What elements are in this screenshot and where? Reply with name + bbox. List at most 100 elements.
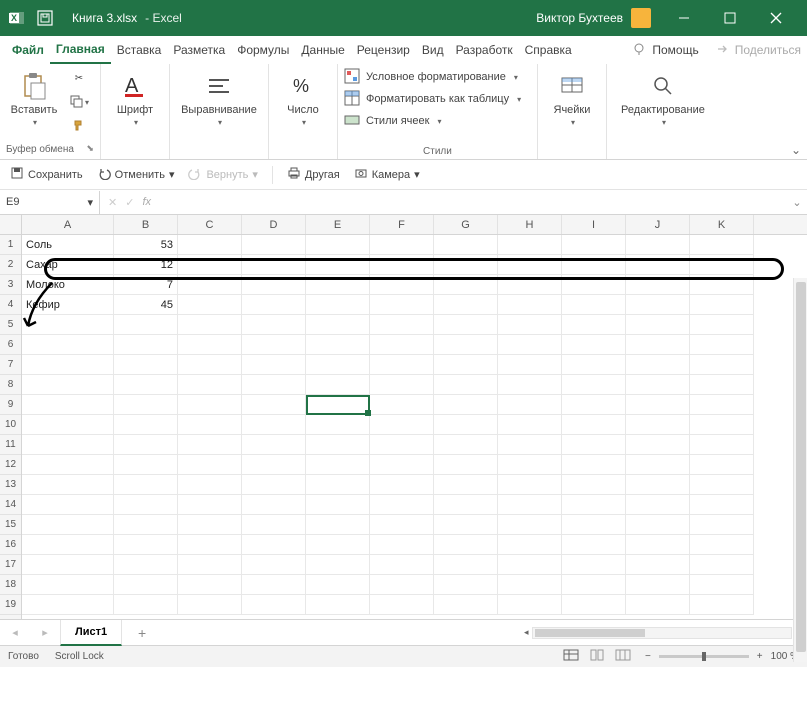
cell[interactable] <box>178 275 242 295</box>
tab-help[interactable]: Справка <box>519 36 578 64</box>
column-header[interactable]: F <box>370 215 434 234</box>
cell[interactable] <box>306 575 370 595</box>
cell[interactable] <box>562 415 626 435</box>
cell[interactable] <box>370 435 434 455</box>
column-header[interactable]: D <box>242 215 306 234</box>
cell[interactable] <box>626 595 690 615</box>
cell[interactable] <box>178 475 242 495</box>
cell[interactable] <box>562 295 626 315</box>
cell[interactable] <box>306 555 370 575</box>
row-header[interactable]: 15 <box>0 515 21 535</box>
cell[interactable] <box>22 555 114 575</box>
column-header[interactable]: H <box>498 215 562 234</box>
cell[interactable] <box>22 595 114 615</box>
chevron-left-icon[interactable]: ◂ <box>524 627 529 638</box>
cell[interactable] <box>434 375 498 395</box>
tell-me[interactable]: Помощь <box>632 42 698 59</box>
cell[interactable] <box>498 355 562 375</box>
cell[interactable] <box>370 255 434 275</box>
cell[interactable] <box>690 275 754 295</box>
row-header[interactable]: 14 <box>0 495 21 515</box>
cell[interactable] <box>178 515 242 535</box>
cell[interactable] <box>306 295 370 315</box>
cell[interactable] <box>242 355 306 375</box>
cell[interactable] <box>22 375 114 395</box>
cell[interactable] <box>370 455 434 475</box>
row-header[interactable]: 12 <box>0 455 21 475</box>
cell[interactable] <box>498 475 562 495</box>
cell[interactable] <box>562 495 626 515</box>
cell[interactable] <box>178 455 242 475</box>
cell[interactable] <box>114 415 178 435</box>
cell[interactable] <box>690 375 754 395</box>
page-break-view-button[interactable] <box>615 649 631 664</box>
cell[interactable] <box>22 495 114 515</box>
cell[interactable] <box>178 315 242 335</box>
cell[interactable] <box>626 335 690 355</box>
cell[interactable] <box>114 535 178 555</box>
zoom-in-button[interactable]: + <box>757 651 763 662</box>
zoom-slider[interactable] <box>659 655 749 658</box>
horizontal-scrollbar[interactable]: ◂ ▸ <box>162 627 807 639</box>
conditional-formatting-button[interactable]: Условное форматирование▾ <box>344 68 521 86</box>
column-header[interactable]: A <box>22 215 114 234</box>
copy-button[interactable]: ▾ <box>66 92 92 112</box>
cell[interactable] <box>562 235 626 255</box>
cell[interactable] <box>22 475 114 495</box>
cell[interactable] <box>306 475 370 495</box>
cell[interactable] <box>498 455 562 475</box>
cell[interactable] <box>690 555 754 575</box>
cell[interactable]: 7 <box>114 275 178 295</box>
row-header[interactable]: 18 <box>0 575 21 595</box>
cell[interactable] <box>178 575 242 595</box>
sheet-tab[interactable]: Лист1 <box>60 620 122 646</box>
paste-button[interactable]: Вставить ▾ <box>6 68 62 129</box>
cell[interactable] <box>242 595 306 615</box>
column-header[interactable]: J <box>626 215 690 234</box>
cell[interactable] <box>562 255 626 275</box>
cell[interactable] <box>22 535 114 555</box>
autosave-icon[interactable] <box>36 9 54 27</box>
cell[interactable] <box>626 535 690 555</box>
cell[interactable] <box>114 395 178 415</box>
cell[interactable]: Молоко <box>22 275 114 295</box>
cell[interactable] <box>562 535 626 555</box>
cell[interactable] <box>242 335 306 355</box>
cell[interactable] <box>178 595 242 615</box>
cell[interactable] <box>562 375 626 395</box>
undo-button[interactable]: Отменить▾ <box>97 166 175 183</box>
cell[interactable] <box>434 535 498 555</box>
row-header[interactable]: 17 <box>0 555 21 575</box>
minimize-button[interactable] <box>661 0 707 36</box>
cell[interactable] <box>690 495 754 515</box>
cell[interactable] <box>690 535 754 555</box>
dialog-launcher-icon[interactable]: ⬊ <box>86 143 94 154</box>
cell[interactable] <box>370 575 434 595</box>
cell[interactable]: 45 <box>114 295 178 315</box>
cell[interactable] <box>242 415 306 435</box>
camera-button[interactable]: Камера▾ <box>354 166 420 183</box>
collapse-ribbon-button[interactable]: ⌄ <box>791 143 801 157</box>
cell[interactable] <box>22 395 114 415</box>
cell[interactable] <box>178 255 242 275</box>
cell[interactable] <box>242 475 306 495</box>
cell[interactable] <box>306 275 370 295</box>
cell[interactable] <box>306 375 370 395</box>
cell[interactable] <box>626 315 690 335</box>
enter-icon[interactable]: ✓ <box>125 196 134 209</box>
row-header[interactable]: 9 <box>0 395 21 415</box>
cell[interactable] <box>114 495 178 515</box>
cell[interactable] <box>242 515 306 535</box>
cell[interactable] <box>306 315 370 335</box>
sheet-nav-prev[interactable]: ◂ <box>0 626 30 639</box>
cell[interactable] <box>498 535 562 555</box>
cell[interactable] <box>434 355 498 375</box>
cell[interactable] <box>306 535 370 555</box>
cell[interactable] <box>690 335 754 355</box>
cell[interactable] <box>178 555 242 575</box>
cell[interactable] <box>562 395 626 415</box>
cell[interactable]: Сахар <box>22 255 114 275</box>
formula-input[interactable] <box>159 191 787 214</box>
cell[interactable] <box>370 535 434 555</box>
cell[interactable] <box>434 335 498 355</box>
